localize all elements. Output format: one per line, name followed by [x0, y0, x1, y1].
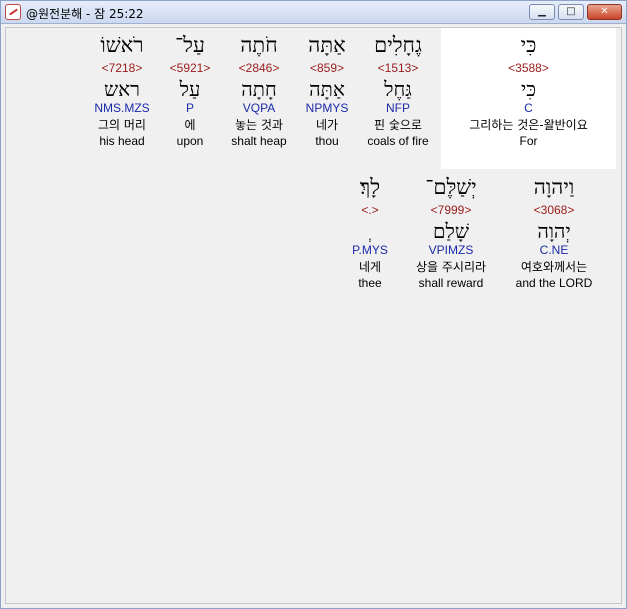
word-column[interactable]: וַיהוָה <3068> יְהוָה C.NE 여호와께서는 and th…	[506, 174, 602, 291]
hebrew-lemma: שָׁלַם	[433, 219, 469, 243]
english-gloss: thou	[315, 134, 339, 148]
strong-number[interactable]: <3588>	[441, 60, 616, 76]
parsing-code: C	[524, 101, 533, 115]
korean-gloss: 여호와께서는	[520, 260, 588, 274]
word-column[interactable]: עַל־ <5921> עַל P 에 upon	[166, 32, 214, 149]
hebrew-word: כִּי	[520, 33, 537, 57]
parsing-code: VQPA	[242, 101, 276, 115]
parsing-code: C.NE	[539, 243, 569, 257]
hebrew-lemma: עַל	[179, 77, 201, 101]
english-gloss: coals of fire	[367, 134, 429, 148]
parsing-code: NFP	[386, 101, 410, 115]
hebrew-word: לָךְ׃	[359, 175, 381, 199]
hebrew-word: גֶחָלִים	[374, 33, 422, 57]
hebrew-word: רֹאשׁוֹ	[100, 33, 144, 57]
app-window: @원전분해 - 잠 25:22 ▁ □ ✕ כִּי <3588> כִּי C…	[0, 0, 627, 609]
word-column[interactable]: כִּי <3588> כִּי C 그리하는 것은-왈반이요 For	[441, 32, 616, 149]
parsing-code: VPIMZS	[428, 243, 474, 257]
english-gloss: upon	[176, 134, 204, 148]
window-title: @원전분해 - 잠 25:22	[26, 7, 144, 21]
parsing-code: NPMYS	[305, 101, 349, 115]
word-column[interactable]: גֶחָלִים <1513> גַּחֶל NFP 핀 숯으로 coals o…	[361, 32, 435, 149]
strong-number[interactable]: <859>	[298, 60, 356, 76]
hebrew-word: חֹתֶה	[240, 33, 278, 57]
app-icon	[5, 4, 21, 20]
hebrew-lemma: גַּחֶל	[384, 77, 412, 101]
title-bar[interactable]: @원전분해 - 잠 25:22 ▁ □ ✕	[1, 1, 626, 24]
word-column[interactable]: רֹאשׁוֹ <7218> ראש NMS.MZS 그의 머리 his hea…	[86, 32, 158, 149]
english-gloss: shalt heap	[231, 134, 287, 148]
hebrew-lemma: יְהוָה	[537, 219, 571, 243]
strong-number[interactable]: <2846>	[224, 60, 294, 76]
hebrew-lemma: אַתָּה	[309, 77, 345, 101]
close-button[interactable]: ✕	[587, 4, 622, 20]
hebrew-lemma: חָתָה	[241, 77, 277, 101]
korean-gloss: 그리하는 것은-왈반이요	[469, 118, 588, 132]
hebrew-lemma: ְ	[343, 219, 397, 243]
hebrew-word: יְשַׁלֶּם־	[425, 175, 477, 199]
english-gloss: shall reward	[418, 276, 484, 290]
english-gloss: and the LORD	[515, 276, 593, 290]
hebrew-lemma: ראש	[104, 77, 140, 101]
word-column[interactable]: אַתָּה <859> אַתָּה NPMYS 네가 thou	[298, 32, 356, 149]
korean-gloss: 에	[184, 118, 196, 132]
english-gloss: thee	[358, 276, 382, 290]
word-column[interactable]: יְשַׁלֶּם־ <7999> שָׁלַם VPIMZS 상을 주시리라 …	[403, 174, 499, 291]
interlinear-panel: כִּי <3588> כִּי C 그리하는 것은-왈반이요 For גֶחָ…	[5, 27, 622, 604]
strong-number[interactable]: <7218>	[86, 60, 158, 76]
hebrew-word: וַיהוָה	[533, 175, 575, 199]
hebrew-word: אַתָּה	[308, 33, 346, 57]
hebrew-lemma: כִּי	[520, 77, 537, 101]
strong-number[interactable]: <7999>	[403, 202, 499, 218]
english-gloss: For	[519, 134, 538, 148]
minimize-button[interactable]: ▁	[529, 4, 555, 20]
strong-number[interactable]: <1513>	[361, 60, 435, 76]
korean-gloss: 그의 머리	[98, 118, 146, 132]
korean-gloss: 놓는 것과	[235, 118, 283, 132]
parsing-code: P.MYS	[352, 243, 388, 257]
strong-number[interactable]: <.>	[343, 202, 397, 218]
english-gloss: his head	[99, 134, 145, 148]
parsing-code: NMS.MZS	[94, 101, 150, 115]
strong-number[interactable]: <5921>	[166, 60, 214, 76]
word-column[interactable]: חֹתֶה <2846> חָתָה VQPA 놓는 것과 shalt heap	[224, 32, 294, 149]
hebrew-word: עַל־	[175, 33, 205, 57]
korean-gloss: 네가	[315, 118, 339, 132]
korean-gloss: 상을 주시리라	[415, 260, 487, 274]
word-column[interactable]: לָךְ׃ <.> ְ P.MYS 네게 thee	[343, 174, 397, 291]
strong-number[interactable]: <3068>	[506, 202, 602, 218]
parsing-code: P	[185, 101, 194, 115]
korean-gloss: 네게	[358, 260, 382, 274]
maximize-button[interactable]: □	[558, 4, 584, 20]
korean-gloss: 핀 숯으로	[374, 118, 422, 132]
